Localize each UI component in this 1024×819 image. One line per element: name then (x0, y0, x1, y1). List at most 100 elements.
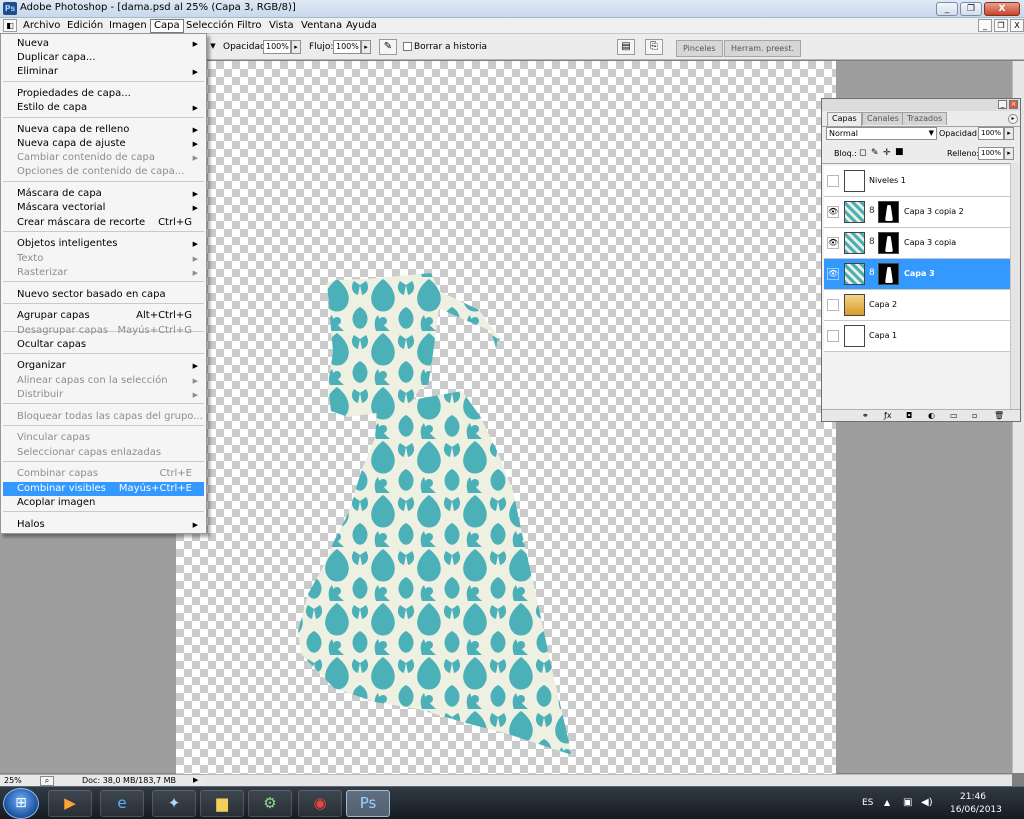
layer-mask-thumbnail[interactable] (878, 232, 899, 254)
menu-item-nuevo-sector-basado-en-capa[interactable]: Nuevo sector basado en capa (3, 288, 204, 302)
dropdown-arrow-icon[interactable]: ▼ (208, 40, 218, 54)
clock-time[interactable]: 21:46 (960, 792, 986, 802)
taskbar-media-player[interactable]: ▶ (48, 790, 92, 817)
menu-item-halos[interactable]: Halos ▶ (3, 518, 204, 532)
flow-field[interactable]: 100% (333, 40, 361, 54)
menu-seleccion[interactable]: Selección (183, 19, 237, 33)
menu-item-nueva[interactable]: Nueva ▶ (3, 37, 204, 51)
volume-icon[interactable]: ◀) (921, 797, 933, 808)
menu-item-organizar[interactable]: Organizar ▶ (3, 359, 204, 373)
lock-position-icon[interactable]: ✛ (883, 148, 891, 158)
opacity-field[interactable]: 100% (263, 40, 291, 54)
menu-item-mascara-vectorial[interactable]: Máscara vectorial ▶ (3, 201, 204, 215)
layer-row[interactable]: 👁 8 Capa 3 copia (824, 228, 1011, 259)
network-icon[interactable]: ▣ (903, 797, 912, 808)
opacity-slider-arrow-icon[interactable]: ▸ (291, 40, 301, 54)
taskbar-internet-explorer[interactable]: e (100, 790, 144, 817)
status-menu-arrow-icon[interactable]: ▶ (193, 776, 198, 784)
menu-vista[interactable]: Vista (266, 19, 297, 33)
start-button[interactable]: ⊞ (3, 788, 39, 819)
zoom-preview-icon[interactable]: ⌕ (40, 776, 54, 786)
menu-archivo[interactable]: Archivo (20, 19, 63, 33)
mask-link-icon[interactable]: 8 (869, 237, 875, 247)
menu-item-acoplar-imagen[interactable]: Acoplar imagen (3, 496, 204, 510)
menu-edicion[interactable]: Edición (64, 19, 106, 33)
visibility-eye-icon[interactable] (827, 330, 839, 342)
restore-button[interactable]: ❐ (960, 2, 982, 16)
group-icon[interactable]: ▭ (950, 410, 958, 421)
taskbar-explorer[interactable]: ▆ (200, 790, 244, 817)
tab-canales[interactable]: Canales (862, 112, 904, 125)
menu-ventana[interactable]: Ventana (298, 19, 345, 33)
panel-menu-icon[interactable]: ▸ (1008, 114, 1018, 124)
close-button[interactable]: X (984, 2, 1020, 16)
menu-item-duplicar-capa[interactable]: Duplicar capa... (3, 51, 204, 65)
new-layer-icon[interactable]: ▫ (972, 410, 977, 421)
taskbar-chrome[interactable]: ◉ (298, 790, 342, 817)
visibility-eye-icon[interactable]: 👁 (827, 237, 839, 249)
fill-arrow-icon[interactable]: ▸ (1004, 147, 1014, 160)
clock-date[interactable]: 16/06/2013 (950, 805, 1002, 815)
layer-opacity-arrow-icon[interactable]: ▸ (1004, 127, 1014, 140)
layer-row[interactable]: Capa 2 (824, 290, 1011, 321)
menu-item-combinar-visibles[interactable]: Combinar visibles Mayús+Ctrl+E (3, 482, 204, 496)
airbrush-icon[interactable]: ✎ (379, 39, 397, 55)
menu-item-crear-mascara-de-recorte[interactable]: Crear máscara de recorte Ctrl+G (3, 216, 204, 230)
visibility-eye-icon[interactable]: 👁 (827, 206, 839, 218)
link-layers-icon[interactable]: ⚭ (862, 410, 869, 421)
menu-item-agrupar-capas[interactable]: Agrupar capas Alt+Ctrl+G (3, 309, 204, 323)
panel-minimize-icon[interactable]: _ (998, 100, 1007, 109)
layer-row[interactable]: Capa 1 (824, 321, 1011, 352)
taskbar-control-panel[interactable]: ⚙ (248, 790, 292, 817)
erase-history-checkbox[interactable] (403, 42, 412, 51)
menu-item-estilo-de-capa[interactable]: Estilo de capa ▶ (3, 101, 204, 115)
menu-imagen[interactable]: Imagen (106, 19, 150, 33)
horizontal-scrollbar[interactable] (205, 774, 1012, 786)
panel-close-icon[interactable]: × (1009, 100, 1018, 109)
visibility-eye-icon[interactable] (827, 175, 839, 187)
doc-restore-button[interactable]: ❐ (994, 19, 1008, 32)
visibility-eye-icon[interactable]: 👁 (827, 268, 839, 280)
layer-opacity-field[interactable]: 100% (978, 127, 1004, 140)
taskbar-app[interactable]: ✦ (152, 790, 196, 817)
menu-item-propiedades-de-capa[interactable]: Propiedades de capa... (3, 87, 204, 101)
taskbar-photoshop[interactable]: Ps (346, 790, 390, 817)
zoom-level[interactable]: 25% (4, 776, 22, 785)
layers-scrollbar[interactable] (1010, 163, 1020, 409)
minimize-button[interactable]: _ (936, 2, 958, 16)
document-icon[interactable]: ◧ (3, 19, 17, 32)
tab-capas[interactable]: Capas (827, 112, 862, 126)
doc-close-button[interactable]: X (1010, 19, 1024, 32)
menu-filtro[interactable]: Filtro (234, 19, 265, 33)
language-indicator[interactable]: ES (862, 798, 873, 808)
brush-palette-icon[interactable]: ▤ (617, 39, 635, 55)
tab-pinceles[interactable]: Pinceles (676, 40, 723, 57)
lock-pixels-icon[interactable]: ✎ (871, 148, 879, 158)
flow-slider-arrow-icon[interactable]: ▸ (361, 40, 371, 54)
menu-item-ocultar-capas[interactable]: Ocultar capas (3, 338, 204, 352)
menu-ayuda[interactable]: Ayuda (343, 19, 380, 33)
add-mask-icon[interactable]: ◘ (906, 410, 912, 421)
layer-row[interactable]: Niveles 1 (824, 166, 1011, 197)
menu-item-nueva-capa-de-relleno[interactable]: Nueva capa de relleno ▶ (3, 123, 204, 137)
tab-trazados[interactable]: Trazados (902, 112, 948, 125)
layer-row[interactable]: 👁 8 Capa 3 copia 2 (824, 197, 1011, 228)
tab-herramientas-preestablecidas[interactable]: Herram. preest. (724, 40, 802, 57)
menu-item-objetos-inteligentes[interactable]: Objetos inteligentes ▶ (3, 237, 204, 251)
document-canvas[interactable] (176, 61, 836, 774)
tray-expand-icon[interactable]: ▲ (884, 798, 890, 807)
menu-capa[interactable]: Capa (150, 19, 184, 33)
mask-link-icon[interactable]: 8 (869, 268, 875, 278)
blend-mode-select[interactable]: Normal ▼ (826, 127, 937, 140)
lock-transparency-icon[interactable]: ◻ (859, 148, 866, 158)
visibility-eye-icon[interactable] (827, 299, 839, 311)
layer-mask-thumbnail[interactable] (878, 201, 899, 223)
mask-link-icon[interactable]: 8 (869, 206, 875, 216)
layer-row[interactable]: 👁 8 Capa 3 (824, 259, 1011, 290)
adjustment-layer-icon[interactable]: ◐ (928, 410, 935, 421)
menu-item-mascara-de-capa[interactable]: Máscara de capa ▶ (3, 187, 204, 201)
fill-field[interactable]: 100% (978, 147, 1004, 160)
lock-all-icon[interactable]: ■ (895, 147, 904, 157)
layer-style-icon[interactable]: ƒx (884, 410, 892, 421)
menu-item-eliminar[interactable]: Eliminar ▶ (3, 65, 204, 79)
